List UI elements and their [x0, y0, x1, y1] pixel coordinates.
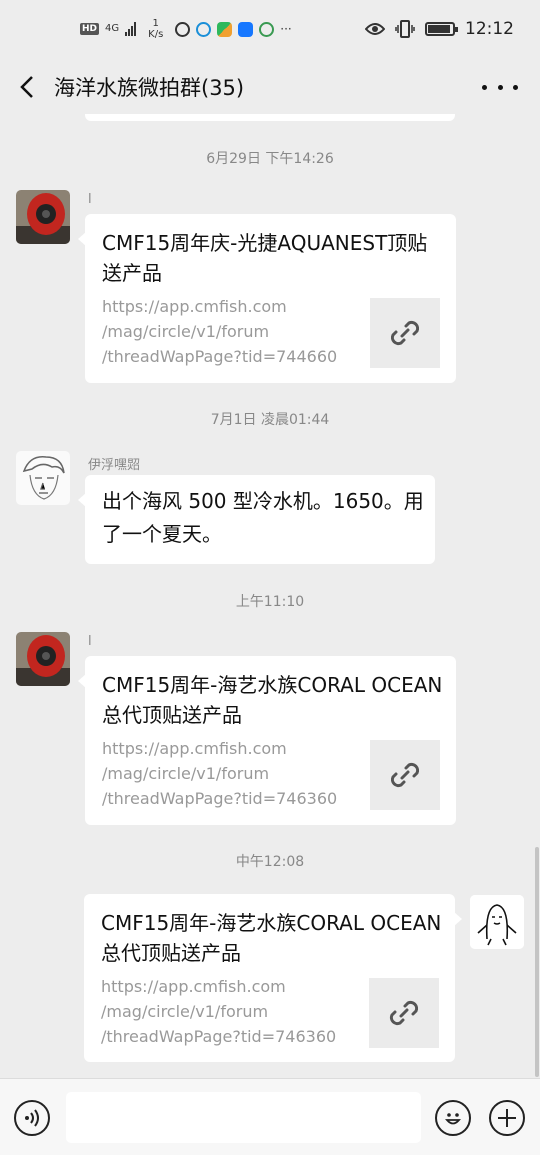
link-card-url: https://app.cmfish.com /mag/circle/v1/fo…	[102, 294, 356, 369]
status-right: 12:12	[365, 19, 514, 39]
ghost-doodle-avatar-image	[470, 895, 524, 949]
link-url-line: /threadWapPage?tid=746360	[101, 1027, 337, 1046]
text-message[interactable]: 出个海风 500 型冷水机。1650。用了一个夏天。	[78, 475, 435, 564]
vibrate-icon	[395, 20, 415, 38]
timestamp: 上午11:10	[235, 594, 305, 610]
status-bar: HD 4G 1 K/s ··· 12:12	[0, 0, 540, 62]
network-type: 4G	[105, 23, 120, 34]
previous-message-bubble[interactable]	[85, 114, 455, 121]
link-icon	[389, 1000, 419, 1026]
back-icon	[20, 76, 33, 98]
link-url-line: https://app.cmfish.com	[102, 739, 287, 758]
more-icon	[482, 84, 487, 90]
input-bar	[0, 1078, 540, 1155]
link-card-message-own[interactable]: CMF15周年-海艺水族CORAL OCEAN总代顶贴送产品 https://a…	[84, 894, 462, 1062]
link-icon	[390, 320, 420, 346]
add-button[interactable]	[489, 1100, 525, 1136]
sender-name: l	[88, 192, 92, 207]
emoji-button[interactable]	[435, 1100, 471, 1136]
battery-icon	[425, 22, 458, 36]
back-button[interactable]	[14, 70, 44, 104]
link-card-title: CMF15周年-海艺水族CORAL OCEAN总代顶贴送产品	[101, 911, 442, 965]
voice-button[interactable]	[14, 1100, 50, 1136]
timestamp: 6月29日 下午14:26	[206, 151, 334, 167]
message-text: 出个海风 500 型冷水机。1650。用了一个夏天。	[102, 489, 424, 546]
speed-unit: K/s	[148, 29, 164, 40]
link-thumbnail	[370, 740, 440, 810]
link-url-line: https://app.cmfish.com	[102, 297, 287, 316]
chat-title: 海洋水族微拍群(35)	[54, 76, 245, 100]
speaker-avatar-image	[16, 190, 70, 244]
network-speed: 1 K/s	[148, 18, 163, 40]
avatar[interactable]	[16, 451, 70, 505]
more-button[interactable]	[482, 72, 518, 102]
timestamp: 7月1日 凌晨01:44	[210, 412, 330, 428]
link-url-line: https://app.cmfish.com	[101, 977, 286, 996]
emoji-icon	[445, 1113, 461, 1125]
link-url-line: /threadWapPage?tid=746360	[102, 789, 338, 808]
sender-name: l	[88, 634, 92, 649]
avatar[interactable]	[16, 632, 70, 686]
link-icon	[390, 762, 420, 788]
more-icon-dot	[497, 84, 503, 90]
message-input[interactable]	[66, 1092, 421, 1143]
chat-area[interactable]: 6月29日 下午14:26 l CMF15周年庆-光捷AQUANEST顶贴送产品…	[0, 114, 540, 1078]
eye-comfort-icon	[365, 23, 385, 35]
app-notification-icon	[196, 21, 212, 37]
link-url-line: /threadWapPage?tid=744660	[102, 347, 338, 366]
signal-icon	[125, 22, 137, 36]
voice-icon	[25, 1109, 39, 1127]
chat-header: 海洋水族微拍群(35)	[0, 62, 540, 114]
link-url-line: /mag/circle/v1/forum	[102, 322, 270, 341]
app-notification-icon	[175, 21, 191, 37]
link-card-url: https://app.cmfish.com /mag/circle/v1/fo…	[101, 974, 355, 1049]
more-icon-dot	[513, 84, 518, 90]
link-card-message[interactable]: CMF15周年庆-光捷AQUANEST顶贴送产品 https://app.cmf…	[78, 214, 456, 383]
app-notification-icon	[217, 21, 233, 37]
link-card-title: CMF15周年庆-光捷AQUANEST顶贴送产品	[102, 231, 428, 285]
link-card-message[interactable]: CMF15周年-海艺水族CORAL OCEAN总代顶贴送产品 https://a…	[78, 656, 456, 825]
link-card-url: https://app.cmfish.com /mag/circle/v1/fo…	[102, 736, 356, 811]
link-thumbnail	[370, 298, 440, 368]
link-thumbnail	[369, 978, 439, 1048]
avatar[interactable]	[16, 190, 70, 244]
app-notification-icon	[259, 21, 275, 37]
link-card-title: CMF15周年-海艺水族CORAL OCEAN总代顶贴送产品	[102, 673, 443, 727]
clock: 12:12	[465, 19, 514, 39]
timestamp: 中午12:08	[235, 854, 305, 870]
link-url-line: /mag/circle/v1/forum	[101, 1002, 269, 1021]
speaker-avatar-image	[16, 632, 70, 686]
link-url-line: /mag/circle/v1/forum	[102, 764, 270, 783]
sender-name: 伊浮嘿㷖	[88, 458, 141, 473]
alipay-icon	[238, 21, 254, 37]
scrollbar[interactable]	[535, 847, 539, 1077]
speed-value: 1	[152, 18, 159, 29]
status-left: HD 4G 1 K/s ···	[80, 18, 292, 40]
hd-badge: HD	[80, 23, 100, 35]
more-notifications: ···	[280, 22, 292, 36]
add-icon	[498, 1109, 516, 1127]
sketch-avatar-image	[16, 451, 70, 505]
my-avatar[interactable]	[470, 895, 524, 949]
